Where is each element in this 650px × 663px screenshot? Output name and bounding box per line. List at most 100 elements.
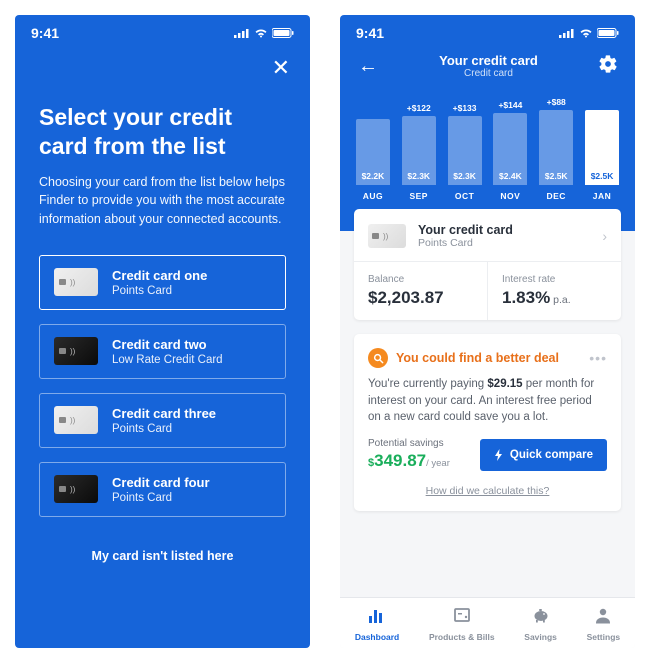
header-center: Your credit card Credit card	[439, 53, 538, 79]
bar-delta: +$122	[407, 103, 431, 113]
chart-bar[interactable]: +$144 $2.4K NOV	[491, 100, 529, 201]
card-type: Points Card	[112, 492, 210, 504]
bar-month: JAN	[593, 191, 612, 201]
quick-compare-button[interactable]: Quick compare	[480, 439, 607, 471]
bar: $2.3K	[448, 116, 482, 185]
header-subtitle: Credit card	[439, 68, 538, 79]
card-type: Low Rate Credit Card	[112, 354, 223, 366]
metrics-row: Balance $2,203.87 Interest rate 1.83% p.…	[354, 261, 621, 320]
tab-products[interactable]: Products & Bills	[429, 606, 495, 642]
chevron-right-icon: ›	[602, 228, 607, 244]
battery-icon	[272, 28, 294, 38]
balance-label: Balance	[368, 274, 473, 285]
nav-header: ← Your credit card Credit card	[340, 47, 635, 81]
bar: $2.3K	[402, 116, 436, 185]
bar-delta: +$88	[547, 97, 566, 107]
settings-icon	[593, 606, 613, 629]
calc-link[interactable]: How did we calculate this?	[368, 481, 607, 501]
bar-month: DEC	[546, 191, 565, 201]
dashboard-icon	[367, 606, 387, 629]
status-icons	[559, 28, 619, 38]
balance-metric: Balance $2,203.87	[354, 262, 487, 320]
card-thumbnail: ))	[54, 406, 98, 434]
bar: $2.4K	[493, 113, 527, 185]
screen1-body: Select your credit card from the list Ch…	[15, 89, 310, 648]
deal-panel: You could find a better deal ••• You're …	[354, 334, 621, 511]
detail-header-section: 9:41 ← Your credit card Credit card $2.2…	[340, 15, 635, 231]
card-name: Credit card three	[112, 406, 216, 421]
card-detail-screen: 9:41 ← Your credit card Credit card $2.2…	[340, 15, 635, 648]
page-description: Choosing your card from the list below h…	[39, 173, 286, 229]
card-row[interactable]: )) Your credit card Points Card ›	[354, 209, 621, 261]
wifi-icon	[254, 28, 268, 38]
tab-savings[interactable]: Savings	[524, 606, 557, 642]
tab-label: Products & Bills	[429, 632, 495, 642]
chart-bar[interactable]: $2.5K JAN	[583, 97, 621, 201]
bolt-icon	[494, 449, 504, 461]
products-icon	[452, 606, 472, 629]
card-text: Your credit card Points Card	[418, 223, 602, 249]
balance-chart: $2.2K AUG+$122 $2.3K SEP+$133 $2.3K OCT+…	[340, 81, 635, 201]
bar: $2.5K	[539, 110, 573, 185]
bar-delta	[372, 106, 374, 116]
interest-label: Interest rate	[502, 274, 607, 285]
bar-month: OCT	[455, 191, 474, 201]
card-type: Points Card	[418, 237, 602, 249]
bar-value: $2.3K	[453, 171, 476, 181]
card-option[interactable]: )) Credit card one Points Card	[39, 255, 286, 310]
interest-value: 1.83% p.a.	[502, 288, 607, 308]
tab-label: Settings	[587, 632, 621, 642]
header-title: Your credit card	[439, 53, 538, 68]
card-type: Points Card	[112, 423, 216, 435]
deal-title: You could find a better deal	[396, 351, 559, 365]
search-icon	[368, 348, 388, 368]
card-text: Credit card three Points Card	[112, 406, 216, 435]
card-thumbnail: ))	[54, 475, 98, 503]
card-thumbnail: ))	[54, 337, 98, 365]
savings-icon	[531, 606, 551, 629]
chart-bar[interactable]: +$133 $2.3K OCT	[446, 103, 484, 201]
chart-bar[interactable]: +$88 $2.5K DEC	[537, 97, 575, 201]
tab-settings[interactable]: Settings	[587, 606, 621, 642]
close-icon[interactable]: ✕	[272, 55, 290, 81]
status-bar: 9:41	[15, 15, 310, 47]
card-name: Credit card two	[112, 337, 223, 352]
bar-delta: +$133	[453, 103, 477, 113]
signal-icon	[559, 28, 575, 38]
card-text: Credit card two Low Rate Credit Card	[112, 337, 223, 366]
tab-dashboard[interactable]: Dashboard	[355, 606, 399, 642]
gear-icon[interactable]	[599, 55, 617, 78]
tab-bar: Dashboard Products & Bills Savings Settings	[340, 597, 635, 648]
tab-label: Savings	[524, 632, 557, 642]
card-option[interactable]: )) Credit card three Points Card	[39, 393, 286, 448]
savings-label: Potential savings	[368, 438, 450, 449]
card-option[interactable]: )) Credit card two Low Rate Credit Card	[39, 324, 286, 379]
card-thumbnail: ))	[368, 224, 406, 248]
bar-value: $2.4K	[499, 171, 522, 181]
bar-value: $2.3K	[407, 171, 430, 181]
not-listed-link[interactable]: My card isn't listed here	[39, 531, 286, 581]
back-icon[interactable]: ←	[358, 55, 378, 78]
bar-value: $2.2K	[362, 171, 385, 181]
card-option[interactable]: )) Credit card four Points Card	[39, 462, 286, 517]
balance-value: $2,203.87	[368, 288, 473, 308]
chart-bar[interactable]: $2.2K AUG	[354, 106, 392, 201]
bar-month: AUG	[363, 191, 383, 201]
card-name: Credit card one	[112, 268, 207, 283]
more-icon[interactable]: •••	[589, 350, 607, 366]
card-text: Credit card four Points Card	[112, 475, 210, 504]
deal-savings-row: Potential savings $349.87/ year Quick co…	[368, 438, 607, 471]
bar-value: $2.5K	[591, 171, 614, 181]
card-type: Points Card	[112, 285, 207, 297]
status-icons	[234, 28, 294, 38]
status-bar: 9:41	[340, 15, 635, 47]
card-name: Your credit card	[418, 223, 602, 237]
status-time: 9:41	[31, 25, 59, 41]
bar: $2.5K	[585, 110, 619, 185]
chart-bar[interactable]: +$122 $2.3K SEP	[400, 103, 438, 201]
bar-delta	[601, 97, 603, 107]
savings-value: $349.87/ year	[368, 451, 450, 471]
bar-month: NOV	[500, 191, 520, 201]
tab-label: Dashboard	[355, 632, 399, 642]
card-options-list: )) Credit card one Points Card )) Credit…	[39, 255, 286, 517]
